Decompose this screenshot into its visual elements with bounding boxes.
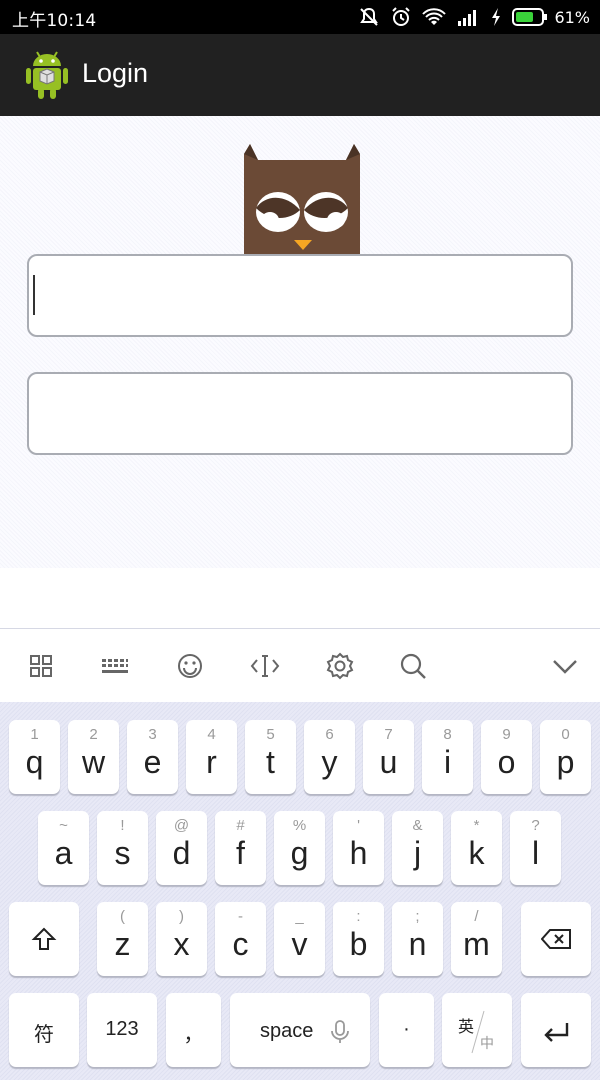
password-field[interactable]	[27, 372, 573, 455]
key-y[interactable]: 6y	[304, 720, 355, 794]
key-j[interactable]: & j	[392, 811, 443, 885]
status-time: 上午10:14	[12, 11, 97, 31]
alarm-icon	[390, 6, 412, 28]
key-p[interactable]: 0p	[540, 720, 591, 794]
status-icons: 61%	[358, 5, 590, 29]
lang-zh-label: 中	[480, 1036, 494, 1052]
key-i[interactable]: 8i	[422, 720, 473, 794]
key-b[interactable]: :b	[333, 902, 384, 976]
key-w[interactable]: 2w	[68, 720, 119, 794]
numbers-key[interactable]: 123	[87, 993, 157, 1067]
page-title: Login	[82, 58, 149, 88]
period-key[interactable]: ·	[379, 993, 434, 1067]
android-icon	[24, 48, 70, 100]
emoji-icon[interactable]	[175, 651, 205, 681]
login-content	[0, 116, 600, 568]
cursor-icon[interactable]	[250, 651, 280, 681]
username-field[interactable]	[27, 254, 573, 337]
chevron-down-icon[interactable]	[550, 651, 580, 681]
key-z[interactable]: (z	[97, 902, 148, 976]
key-h[interactable]: ' h	[333, 811, 384, 885]
shift-key[interactable]	[9, 902, 79, 976]
language-switch-key[interactable]: 英 中	[442, 993, 512, 1067]
symbols-key[interactable]: 符	[9, 993, 79, 1067]
charging-icon	[490, 7, 502, 27]
password-input[interactable]	[29, 374, 571, 453]
key-u[interactable]: 7u	[363, 720, 414, 794]
key-m[interactable]: / m	[451, 902, 502, 976]
battery-icon	[512, 8, 548, 26]
soft-keyboard: 1q 2w 3e 4r 5t 6y 7u 8i 9o 0p ~ a ! s @ d #…	[0, 702, 600, 1080]
wifi-icon	[422, 7, 447, 27]
key-x[interactable]: ) x	[156, 902, 207, 976]
key-l[interactable]: ? l	[510, 811, 561, 885]
owl-mascot-icon	[232, 144, 372, 260]
key-v[interactable]: _ v	[274, 902, 325, 976]
key-g[interactable]: % g	[274, 811, 325, 885]
username-input[interactable]	[29, 256, 571, 335]
backspace-key[interactable]	[521, 902, 591, 976]
text-cursor	[33, 275, 35, 315]
mute-icon	[358, 6, 380, 28]
space-key[interactable]: space	[230, 993, 370, 1067]
key-f[interactable]: # f	[215, 811, 266, 885]
key-n[interactable]: ; n	[392, 902, 443, 976]
key-c[interactable]: -c	[215, 902, 266, 976]
action-bar: Login	[0, 34, 600, 116]
key-e[interactable]: 3e	[127, 720, 178, 794]
key-t[interactable]: 5t	[245, 720, 296, 794]
key-q[interactable]: 1q	[9, 720, 60, 794]
grid-icon[interactable]	[26, 651, 56, 681]
enter-key[interactable]	[521, 993, 591, 1067]
battery-percent: 61%	[554, 7, 590, 27]
status-bar: 上午10:14 61%	[0, 0, 600, 34]
comma-key[interactable]: ，	[166, 993, 221, 1067]
key-o[interactable]: 9o	[481, 720, 532, 794]
key-a[interactable]: ~ a	[38, 811, 89, 885]
key-d[interactable]: @ d	[156, 811, 207, 885]
key-r[interactable]: 4r	[186, 720, 237, 794]
signal-icon	[456, 7, 480, 27]
content-gap	[0, 568, 600, 628]
settings-icon[interactable]	[325, 651, 355, 681]
keyboard-toolbar	[0, 628, 600, 702]
key-k[interactable]: * k	[451, 811, 502, 885]
keyboard-icon[interactable]	[100, 651, 130, 681]
search-icon[interactable]	[398, 651, 428, 681]
space-label: space	[260, 1020, 314, 1042]
key-s[interactable]: ! s	[97, 811, 148, 885]
